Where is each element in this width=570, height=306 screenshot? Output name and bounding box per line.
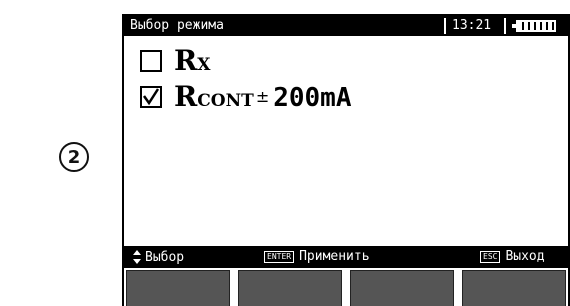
hint-exit: ESC Выход xyxy=(480,249,545,264)
option-subscript: CONT xyxy=(197,91,254,111)
esc-key-icon: ESC xyxy=(480,250,501,263)
step-number-badge: 2 xyxy=(59,142,89,172)
hint-apply-label: Применить xyxy=(299,249,370,264)
soft-key-1[interactable] xyxy=(126,270,230,306)
soft-key-4[interactable] xyxy=(462,270,566,306)
soft-key-3[interactable] xyxy=(350,270,454,306)
hint-bar: Выбор ENTER Применить ESC Выход xyxy=(124,246,568,268)
clock: 13:21 xyxy=(452,18,492,33)
title-divider xyxy=(444,18,446,34)
meter-screen: Выбор режима 13:21 R X R CONT ± 200mA Вы… xyxy=(122,14,570,306)
option-symbol: R xyxy=(174,44,198,77)
hint-apply: ENTER Применить xyxy=(264,249,370,264)
battery-icon xyxy=(512,20,556,32)
soft-key-2[interactable] xyxy=(238,270,342,306)
step-number: 2 xyxy=(67,146,81,168)
soft-key-row xyxy=(124,268,568,306)
plus-minus-sign: ± xyxy=(255,87,270,106)
page: 2 Выбор режима 13:21 R X R CONT ± 200mA xyxy=(0,0,570,306)
test-current-value: 200mA xyxy=(273,83,352,113)
hint-select: Выбор xyxy=(132,249,184,265)
option-symbol: R xyxy=(174,80,198,113)
checkbox-checked[interactable] xyxy=(140,85,162,108)
title-bar: Выбор режима 13:21 xyxy=(124,16,568,36)
screen-title: Выбор режима xyxy=(130,18,224,33)
checkmark-icon xyxy=(142,87,160,105)
up-down-arrows-icon xyxy=(132,249,142,265)
enter-key-icon: ENTER xyxy=(264,250,295,263)
hint-exit-label: Выход xyxy=(505,249,545,264)
checkbox-unchecked[interactable] xyxy=(140,49,162,72)
mode-option-rcont[interactable]: R CONT ± 200mA xyxy=(140,80,352,113)
hint-select-label: Выбор xyxy=(145,249,185,265)
option-subscript: X xyxy=(197,55,211,75)
mode-option-rx[interactable]: R X xyxy=(140,44,210,77)
clock-divider xyxy=(504,18,506,34)
